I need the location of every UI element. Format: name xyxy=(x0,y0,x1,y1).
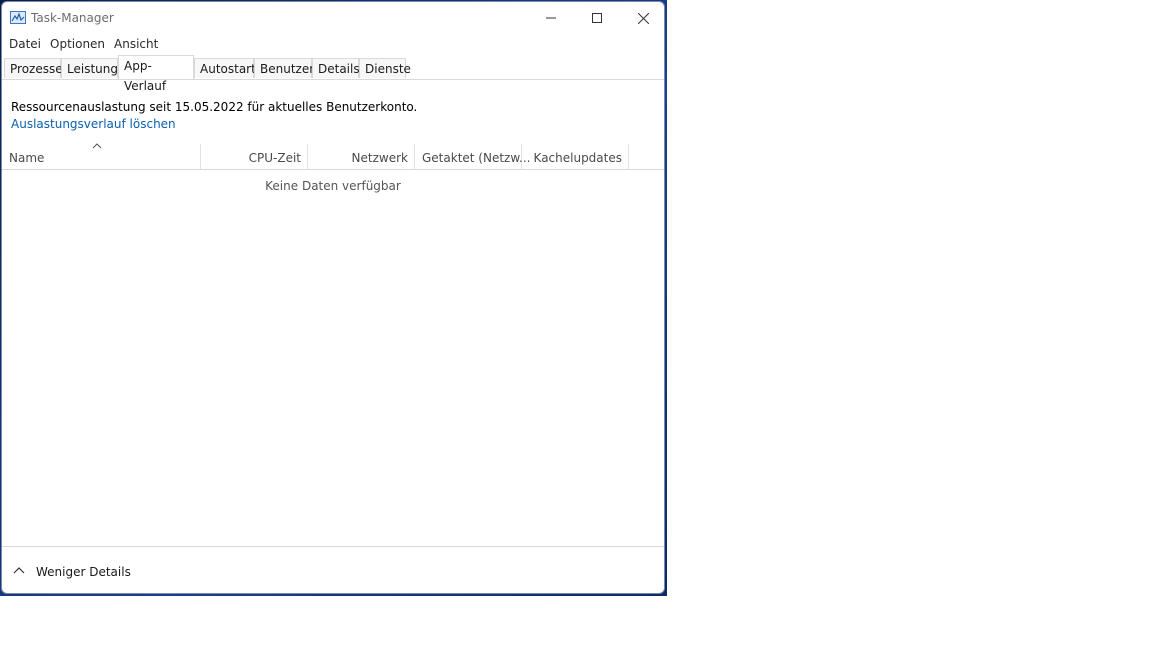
tab-bar: Prozesse Leistung App-Verlauf Autostart … xyxy=(2,55,664,93)
column-tile-updates-label: Kachelupdates xyxy=(533,151,622,165)
sort-ascending-icon xyxy=(92,143,102,149)
footer-bar: Weniger Details xyxy=(2,546,664,593)
column-cpu-time-label: CPU-Zeit xyxy=(248,151,301,165)
chevron-up-icon[interactable] xyxy=(13,566,25,574)
title-bar[interactable]: Task-Manager xyxy=(2,2,664,34)
maximize-button[interactable] xyxy=(574,2,620,34)
tab-dienste[interactable]: Dienste xyxy=(359,58,411,78)
column-name[interactable]: Name xyxy=(2,143,201,169)
column-cpu-time[interactable]: CPU-Zeit xyxy=(201,144,308,169)
column-network-label: Netzwerk xyxy=(351,151,408,165)
column-metered-network[interactable]: Getaktet (Netzw... xyxy=(415,144,531,169)
menu-bar: Datei Optionen Ansicht xyxy=(2,34,664,53)
tab-prozesse[interactable]: Prozesse xyxy=(4,58,63,78)
tab-details[interactable]: Details xyxy=(312,58,360,78)
menu-ansicht[interactable]: Ansicht xyxy=(114,37,158,51)
fewer-details-button[interactable]: Weniger Details xyxy=(36,565,131,579)
menu-optionen[interactable]: Optionen xyxy=(50,37,105,51)
close-icon xyxy=(637,12,649,24)
tab-autostart[interactable]: Autostart xyxy=(194,58,256,78)
tab-leistung[interactable]: Leistung xyxy=(61,58,118,78)
clear-history-link[interactable]: Auslastungsverlauf löschen xyxy=(11,117,176,131)
column-tile-updates[interactable]: Kachelupdates xyxy=(522,144,629,169)
window-title: Task-Manager xyxy=(31,11,114,25)
menu-datei[interactable]: Datei xyxy=(9,37,41,51)
column-name-label: Name xyxy=(9,151,45,165)
tab-app-verlauf[interactable]: App-Verlauf xyxy=(118,55,194,93)
minimize-button[interactable] xyxy=(528,2,574,34)
tab-benutzer[interactable]: Benutzer xyxy=(254,58,314,78)
minimize-icon xyxy=(546,17,556,19)
close-button[interactable] xyxy=(620,2,664,34)
task-manager-icon xyxy=(10,11,26,24)
column-header-row: Name CPU-Zeit Netzwerk Getaktet (Netzw..… xyxy=(2,143,664,170)
maximize-icon xyxy=(592,13,602,23)
usage-info-text: Ressourcenauslastung seit 15.05.2022 für… xyxy=(11,100,418,114)
column-metered-network-label: Getaktet (Netzw... xyxy=(422,151,531,165)
empty-state-message: Keine Daten verfügbar xyxy=(265,179,401,193)
column-network[interactable]: Netzwerk xyxy=(308,144,415,169)
task-manager-window: Task-Manager Datei Optionen Ansicht Proz… xyxy=(1,1,665,594)
